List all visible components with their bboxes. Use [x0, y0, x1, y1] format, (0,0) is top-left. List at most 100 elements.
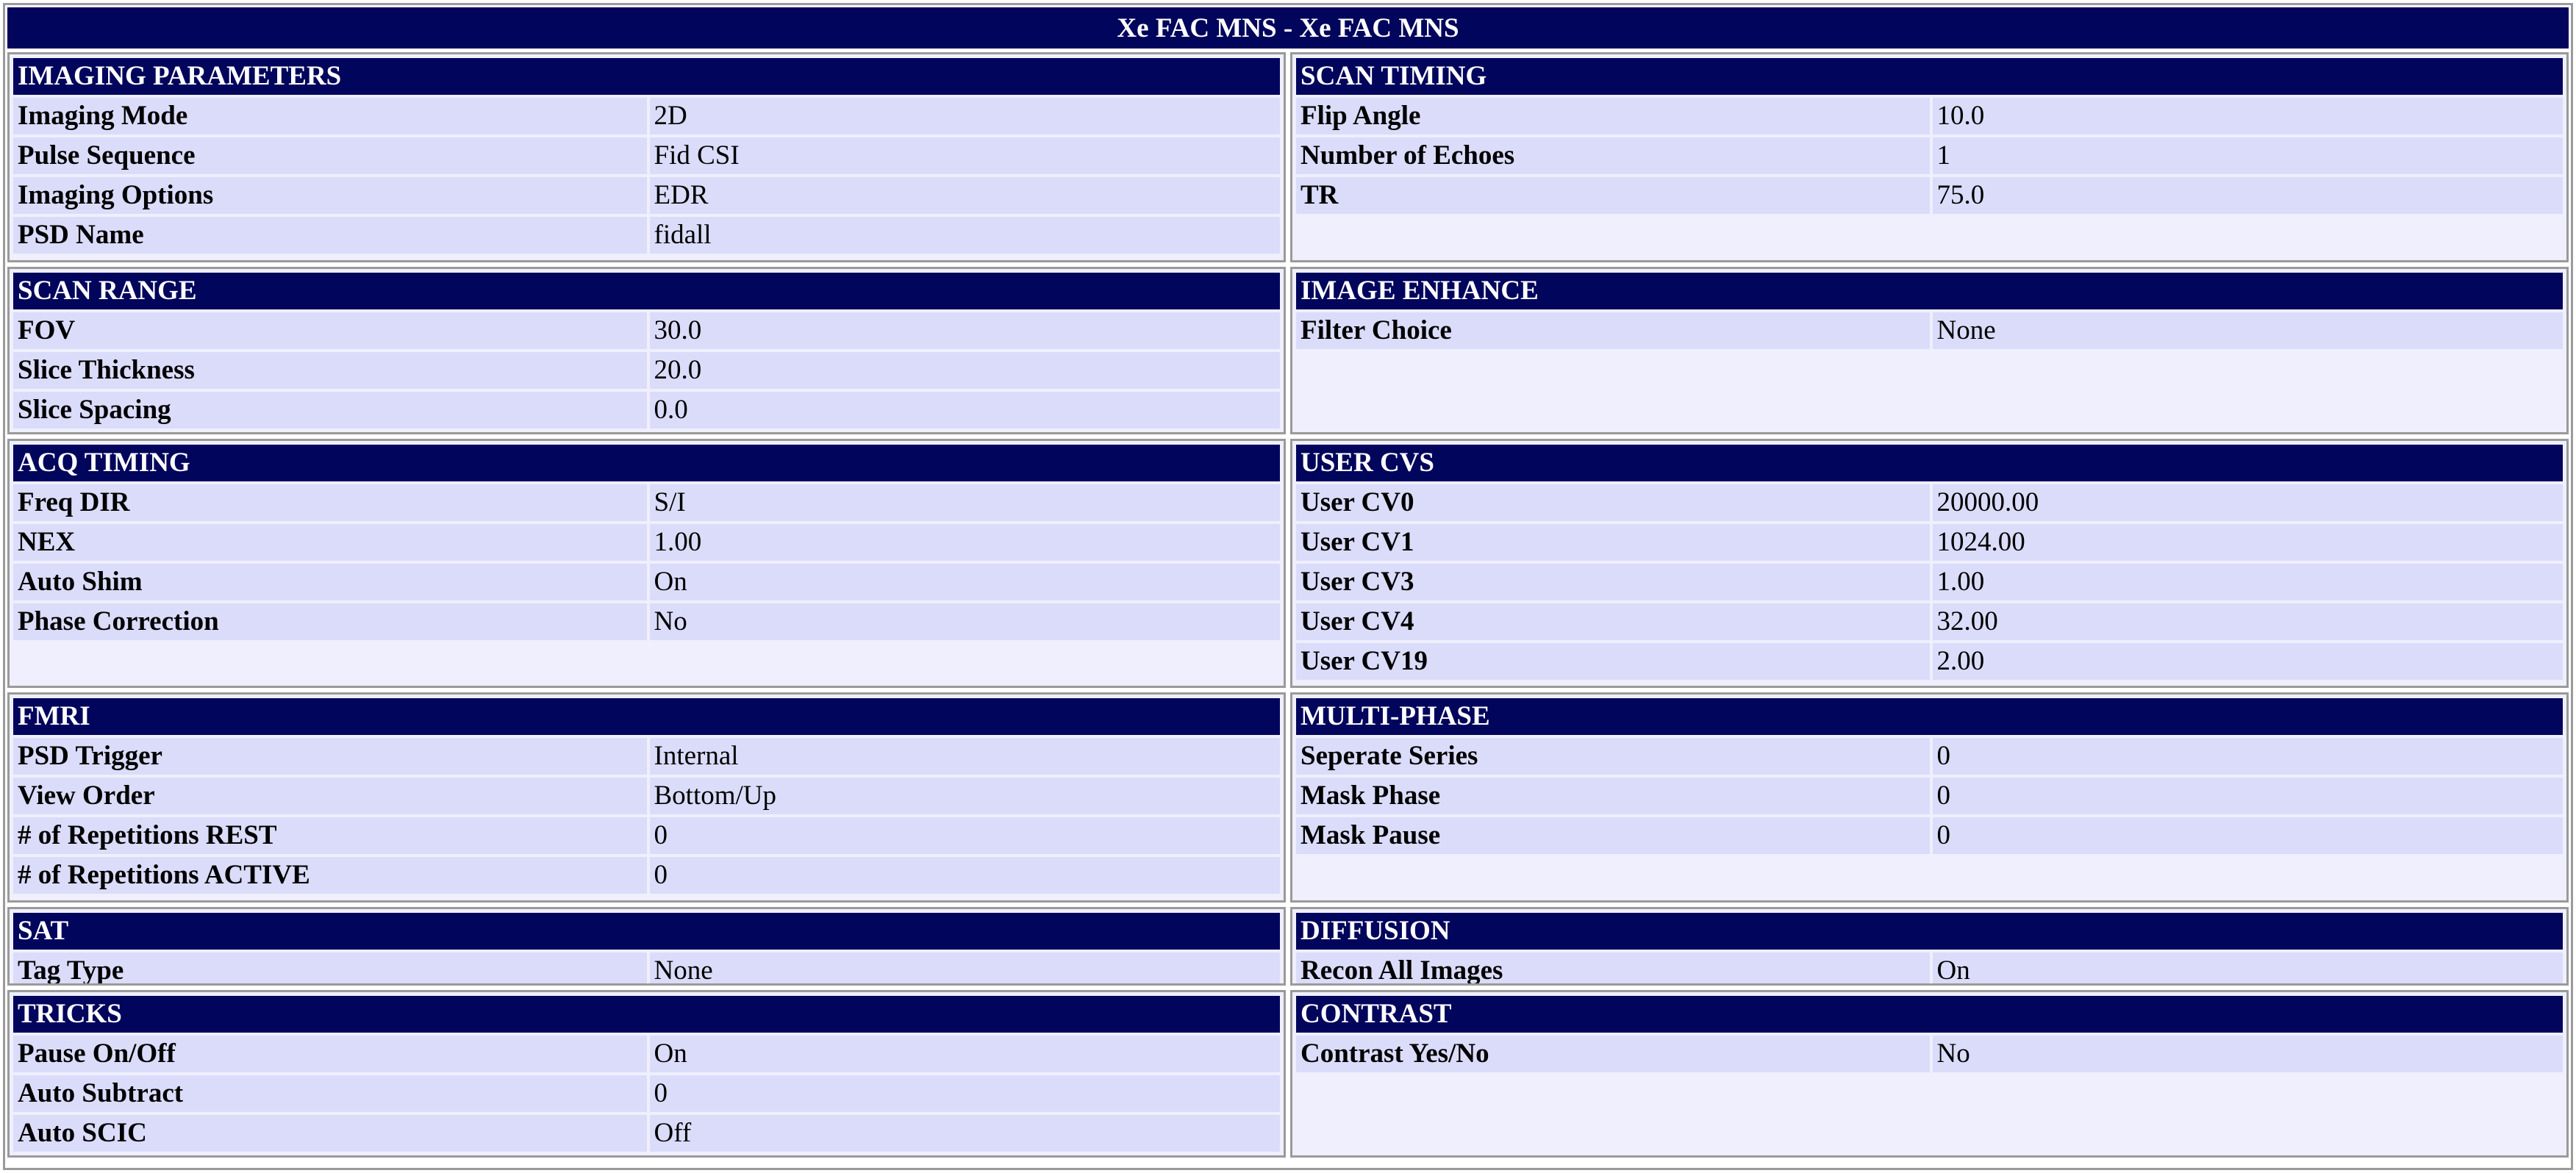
- section-sat: SAT Tag Type None: [7, 907, 1286, 986]
- param-label: Contrast Yes/No: [1296, 1036, 1930, 1072]
- param-row: Auto Shim On: [13, 564, 1280, 600]
- param-value: 0: [649, 817, 1280, 854]
- param-value: 0: [649, 1075, 1280, 1112]
- param-value: On: [1932, 953, 2563, 983]
- section-header: MULTI-PHASE: [1296, 698, 2563, 735]
- param-label: Freq DIR: [13, 484, 647, 521]
- param-label: Mask Phase: [1296, 778, 1930, 814]
- param-row: Flip Angle 10.0: [1296, 98, 2563, 134]
- param-value: On: [649, 1036, 1280, 1072]
- param-value: fidall: [649, 217, 1280, 254]
- section-image-enhance: IMAGE ENHANCE Filter Choice None: [1290, 267, 2569, 434]
- param-row: Contrast Yes/No No: [1296, 1036, 2563, 1072]
- section-imaging-parameters: IMAGING PARAMETERS Imaging Mode 2D Pulse Se…: [7, 52, 1286, 262]
- section-user-cvs: USER CVS User CV0 20000.00 User CV1 1024.00 U…: [1290, 439, 2569, 688]
- param-label: Mask Pause: [1296, 817, 1930, 854]
- param-label: User CV4: [1296, 603, 1930, 640]
- param-value: 10.0: [1932, 98, 2563, 134]
- param-value: None: [1932, 312, 2563, 349]
- param-row: View Order Bottom/Up: [13, 778, 1280, 814]
- param-value: 1: [1932, 137, 2563, 174]
- param-label: Flip Angle: [1296, 98, 1930, 134]
- param-row: Seperate Series 0: [1296, 738, 2563, 775]
- param-value: 1.00: [1932, 564, 2563, 600]
- param-label: Auto Subtract: [13, 1075, 647, 1112]
- section-header: USER CVS: [1296, 445, 2563, 481]
- param-value: No: [649, 603, 1280, 640]
- param-value: None: [649, 953, 1280, 983]
- param-row: Auto Subtract 0: [13, 1075, 1280, 1112]
- section-header: TRICKS: [13, 996, 1280, 1033]
- section-diffusion: DIFFUSION Recon All Images On: [1290, 907, 2569, 986]
- section-header: CONTRAST: [1296, 996, 2563, 1033]
- param-row: Imaging Mode 2D: [13, 98, 1280, 134]
- param-row: Phase Correction No: [13, 603, 1280, 640]
- param-row: Slice Thickness 20.0: [13, 352, 1280, 389]
- param-row: Imaging Options EDR: [13, 177, 1280, 214]
- param-row: Slice Spacing 0.0: [13, 392, 1280, 428]
- param-row: Filter Choice None: [1296, 312, 2563, 349]
- param-row: FOV 30.0: [13, 312, 1280, 349]
- param-row: TR 75.0: [1296, 177, 2563, 214]
- param-row: Mask Phase 0: [1296, 778, 2563, 814]
- param-label: # of Repetitions ACTIVE: [13, 857, 647, 894]
- param-label: View Order: [13, 778, 647, 814]
- protocol-page: Xe FAC MNS - Xe FAC MNS IMAGING PARAMETE…: [3, 3, 2573, 1170]
- param-row: PSD Name fidall: [13, 217, 1280, 254]
- param-value: 32.00: [1932, 603, 2563, 640]
- param-label: Phase Correction: [13, 603, 647, 640]
- section-scan-range: SCAN RANGE FOV 30.0 Slice Thickness 20.0 Slic…: [7, 267, 1286, 434]
- param-value: 2.00: [1932, 643, 2563, 680]
- param-row: Auto SCIC Off: [13, 1115, 1280, 1152]
- param-label: Imaging Mode: [13, 98, 647, 134]
- param-label: # of Repetitions REST: [13, 817, 647, 854]
- param-label: Pause On/Off: [13, 1036, 647, 1072]
- param-value: Bottom/Up: [649, 778, 1280, 814]
- sections-grid: IMAGING PARAMETERS Imaging Mode 2D Pulse Se…: [7, 52, 2569, 1166]
- section-header: IMAGE ENHANCE: [1296, 273, 2563, 309]
- section-acq-timing: ACQ TIMING Freq DIR S/I NEX 1.00 Auto Shim On P…: [7, 439, 1286, 688]
- section-header: FMRI: [13, 698, 1280, 735]
- param-value: 2D: [649, 98, 1280, 134]
- param-label: User CV0: [1296, 484, 1930, 521]
- param-label: Recon All Images: [1296, 953, 1930, 983]
- param-label: Number of Echoes: [1296, 137, 1930, 174]
- section-header: SCAN RANGE: [13, 273, 1280, 309]
- param-label: TR: [1296, 177, 1930, 214]
- param-value: On: [649, 564, 1280, 600]
- section-multi-phase: MULTI-PHASE Seperate Series 0 Mask Phase 0 Ma…: [1290, 692, 2569, 903]
- param-label: User CV19: [1296, 643, 1930, 680]
- param-value: No: [1932, 1036, 2563, 1072]
- param-value: Internal: [649, 738, 1280, 775]
- param-label: Seperate Series: [1296, 738, 1930, 775]
- param-label: Auto SCIC: [13, 1115, 647, 1152]
- param-row: Mask Pause 0: [1296, 817, 2563, 854]
- param-label: PSD Name: [13, 217, 647, 254]
- param-label: FOV: [13, 312, 647, 349]
- section-header: ACQ TIMING: [13, 445, 1280, 481]
- param-value: 0: [1932, 778, 2563, 814]
- param-label: NEX: [13, 524, 647, 561]
- param-value: 30.0: [649, 312, 1280, 349]
- param-row: PSD Trigger Internal: [13, 738, 1280, 775]
- section-fmri: FMRI PSD Trigger Internal View Order Bottom/…: [7, 692, 1286, 903]
- section-header: DIFFUSION: [1296, 913, 2563, 950]
- param-value: Fid CSI: [649, 137, 1280, 174]
- param-row: User CV3 1.00: [1296, 564, 2563, 600]
- param-label: Tag Type: [13, 953, 647, 983]
- param-row: NEX 1.00: [13, 524, 1280, 561]
- section-header: SCAN TIMING: [1296, 58, 2563, 95]
- param-value: S/I: [649, 484, 1280, 521]
- section-contrast: CONTRAST Contrast Yes/No No: [1290, 990, 2569, 1158]
- param-row: User CV4 32.00: [1296, 603, 2563, 640]
- param-value: 1024.00: [1932, 524, 2563, 561]
- param-value: EDR: [649, 177, 1280, 214]
- param-label: Slice Thickness: [13, 352, 647, 389]
- param-row: Number of Echoes 1: [1296, 137, 2563, 174]
- section-header: SAT: [13, 913, 1280, 950]
- param-value: 20000.00: [1932, 484, 2563, 521]
- param-label: Filter Choice: [1296, 312, 1930, 349]
- param-row: User CV0 20000.00: [1296, 484, 2563, 521]
- section-header: IMAGING PARAMETERS: [13, 58, 1280, 95]
- param-row: Pulse Sequence Fid CSI: [13, 137, 1280, 174]
